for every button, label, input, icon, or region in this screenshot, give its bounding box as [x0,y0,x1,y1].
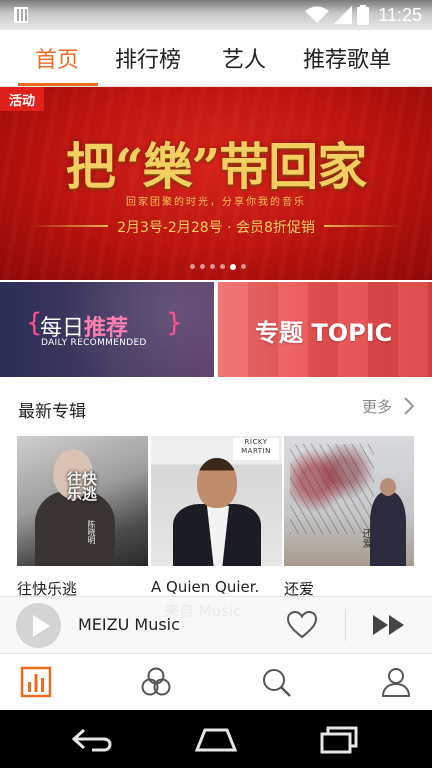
page-dot [241,264,246,269]
chevron-right-icon[interactable] [403,397,415,415]
promo-banner[interactable]: 活动 把“樂”带回家 回家团聚的时光，分享你我的音乐 2月3号-2月28号 · … [0,87,432,280]
album-cover[interactable]: 往快乐逃 陈晓明 [17,436,148,566]
figure-head [197,458,237,508]
bottom-navigation [0,654,432,710]
tab-recommended-playlists[interactable]: 推荐歌单 [303,42,391,74]
recents-icon[interactable] [317,724,363,754]
page-dot-active [230,263,236,270]
next-icon[interactable] [372,613,406,637]
tab-charts[interactable]: 排行榜 [115,42,181,74]
user-icon[interactable] [380,666,412,698]
track-name: MEIZU Music [78,615,180,634]
wifi-icon [305,6,330,23]
banner-subtitle: 回家团聚的时光，分享你我的音乐 [126,197,306,208]
cover-tree [290,444,374,534]
cover-title: 还爱 [360,528,371,548]
brace-right: } [166,308,183,338]
cover-figure [173,454,261,566]
signal-icon [334,6,353,24]
page-dot [190,264,195,269]
system-navigation-bar [0,710,432,768]
banner-flourish-right [324,225,402,227]
page-dot [200,264,205,269]
cover-title: 往快乐逃 [67,470,98,503]
new-albums-header: 最新专辑 更多 [0,378,432,433]
cover-artist: 陈晓明 [87,520,96,544]
page-dot [220,264,225,269]
heart-icon[interactable] [286,610,318,640]
topic-title: 专题 TOPIC [255,319,393,347]
banner-page-indicator [190,263,246,270]
page-dot [210,264,215,269]
notification-icon [14,7,28,23]
cover-figure [370,478,406,566]
daily-recommended-card[interactable]: { 每日推荐 } DAILY RECOMMENDED [0,282,214,377]
banner-promo-text: 2月3号-2月28号 · 会员8折促销 [117,220,315,236]
album-cover[interactable]: RICKY MARTIN [151,436,282,566]
status-bar: 11:25 [0,0,432,30]
section-title: 最新专辑 [18,402,86,422]
back-icon[interactable] [70,724,116,754]
topic-card[interactable]: 专题 TOPIC [218,282,432,377]
status-icons: 11:25 [305,4,422,26]
tab-artists[interactable]: 艺人 [222,42,266,74]
play-icon[interactable] [16,603,61,648]
album-title[interactable]: A Quien Quier. [151,578,259,596]
album-cover[interactable]: 还爱 [284,436,414,566]
clock: 11:25 [378,4,422,25]
music-chart-icon[interactable] [20,666,52,698]
banner-title: 把“樂”带回家 [65,137,368,196]
player-divider [345,609,346,641]
battery-icon [357,5,370,25]
top-tab-bar: 首页 排行榜 艺人 推荐歌单 [0,30,432,87]
mini-player[interactable]: 来自 Music MEIZU Music [0,596,432,654]
cover-header: RICKY MARTIN [233,438,279,460]
app-screen: 11:25 首页 排行榜 艺人 推荐歌单 活动 把“樂”带回家 回家团聚的时光，… [0,0,432,768]
home-icon[interactable] [193,724,239,754]
event-tag: 活动 [0,87,44,111]
daily-subtitle: DAILY RECOMMENDED [41,338,147,348]
more-link[interactable]: 更多 [362,396,392,417]
search-icon[interactable] [260,666,292,698]
circles-icon[interactable] [140,666,172,698]
tab-home[interactable]: 首页 [35,42,79,74]
